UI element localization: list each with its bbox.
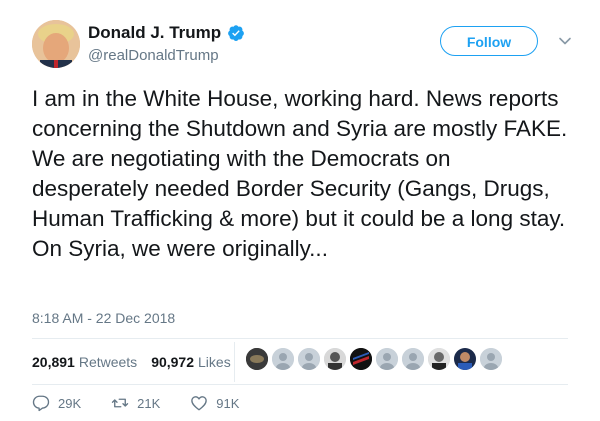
avatar[interactable] — [32, 20, 80, 68]
default-avatar-icon — [376, 348, 398, 370]
divider-top — [32, 338, 568, 339]
display-name[interactable]: Donald J. Trump — [88, 22, 221, 44]
liker-image — [246, 348, 268, 370]
liker-image — [324, 348, 346, 370]
tweet-text: I am in the White House, working hard. N… — [32, 86, 568, 261]
retweet-icon — [111, 398, 129, 408]
verified-badge-icon — [228, 25, 245, 41]
reply-icon — [32, 395, 50, 412]
divider-bottom — [32, 384, 568, 385]
display-name-row[interactable]: Donald J. Trump — [88, 22, 245, 44]
liker-avatar[interactable] — [454, 348, 476, 370]
stats-separator — [234, 342, 235, 382]
liker-avatar[interactable] — [298, 348, 320, 370]
retweet-action[interactable]: 21K — [111, 394, 160, 412]
tweet-actions: 29K 21K 91K — [32, 394, 269, 412]
like-action[interactable]: 91K — [190, 394, 239, 412]
reply-action[interactable]: 29K — [32, 394, 81, 412]
engagement-stats: 20,891 Retweets 90,972 Likes — [32, 348, 245, 376]
default-avatar-icon — [480, 348, 502, 370]
like-count: 91K — [216, 395, 240, 411]
liker-avatar[interactable] — [324, 348, 346, 370]
tweet-timestamp[interactable]: 8:18 AM - 22 Dec 2018 — [32, 310, 175, 326]
avatar-image — [32, 20, 80, 68]
liker-image — [428, 348, 450, 370]
liker-avatar[interactable] — [272, 348, 294, 370]
retweet-count: 21K — [137, 395, 161, 411]
default-avatar-icon — [298, 348, 320, 370]
liker-avatar[interactable] — [246, 348, 268, 370]
heart-icon — [191, 396, 208, 411]
follow-button[interactable]: Follow — [440, 26, 538, 56]
likes-count[interactable]: 90,972 — [151, 354, 194, 370]
default-avatar-icon — [272, 348, 294, 370]
liker-avatars — [246, 348, 502, 370]
default-avatar-icon — [402, 348, 424, 370]
liker-avatar[interactable] — [350, 348, 372, 370]
user-handle[interactable]: @realDonaldTrump — [88, 46, 245, 66]
tweet-header: Donald J. Trump @realDonaldTrump Follow — [32, 20, 580, 72]
retweets-count[interactable]: 20,891 — [32, 354, 75, 370]
retweets-label[interactable]: Retweets — [79, 354, 137, 370]
liker-image — [454, 348, 476, 370]
user-names: Donald J. Trump @realDonaldTrump — [88, 22, 245, 66]
liker-avatar[interactable] — [428, 348, 450, 370]
liker-avatar[interactable] — [480, 348, 502, 370]
liker-image — [350, 348, 372, 370]
reply-count: 29K — [58, 395, 82, 411]
likes-label[interactable]: Likes — [198, 354, 231, 370]
chevron-down-icon[interactable] — [558, 34, 572, 48]
liker-avatar[interactable] — [376, 348, 398, 370]
liker-avatar[interactable] — [402, 348, 424, 370]
